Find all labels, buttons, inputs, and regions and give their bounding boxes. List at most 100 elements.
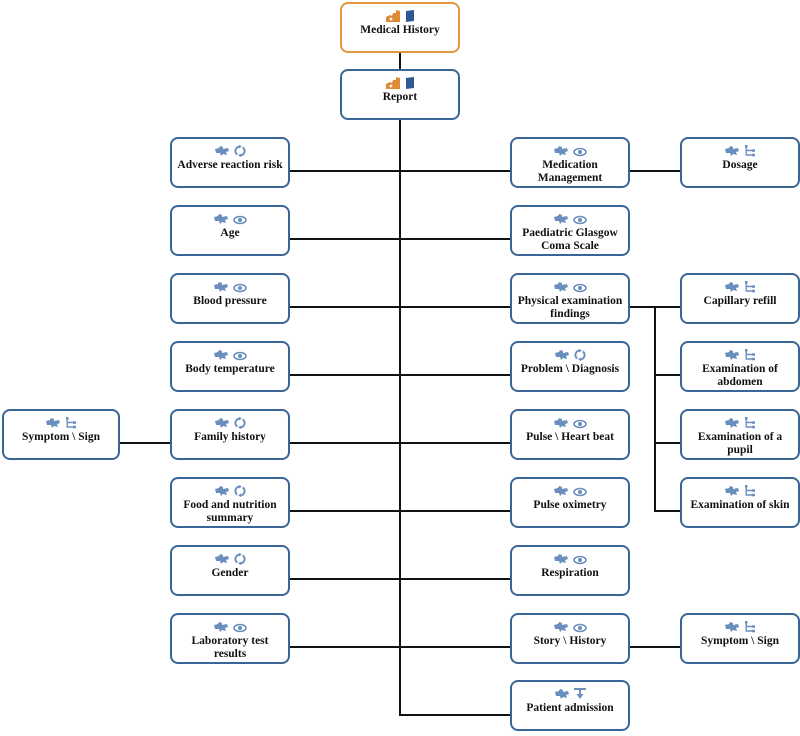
node-medical-history[interactable]: Medical History xyxy=(340,2,460,53)
eye-icon xyxy=(573,416,587,429)
connector-left xyxy=(290,578,400,580)
puzzle-icon xyxy=(213,212,229,224)
node-label: Body temperature xyxy=(185,363,275,375)
node-label: Paediatric Glasgow Coma Scale xyxy=(522,227,618,252)
eye-icon xyxy=(573,620,587,633)
puzzle-icon xyxy=(554,687,570,699)
puzzle-orange-icon xyxy=(385,76,401,89)
puzzle-orange-icon xyxy=(385,9,401,22)
node-gender[interactable]: Gender xyxy=(170,545,290,596)
funnel-icon xyxy=(574,687,586,699)
puzzle-icon xyxy=(724,348,740,360)
connector-dosage xyxy=(629,170,680,172)
node-icons xyxy=(553,143,587,157)
node-laboratory-test-results[interactable]: Laboratory test results xyxy=(170,613,290,664)
puzzle-icon xyxy=(214,416,230,428)
node-pulse-oximetry[interactable]: Pulse oximetry xyxy=(510,477,630,528)
node-label: Patient admission xyxy=(526,702,614,714)
node-food-nutrition-summary[interactable]: Food and nutrition summary xyxy=(170,477,290,528)
node-examination-of-a-pupil[interactable]: Examination of a pupil xyxy=(680,409,800,460)
connector-exam-bus xyxy=(654,306,656,512)
node-icons xyxy=(553,551,587,565)
connector-right xyxy=(400,170,510,172)
node-icons xyxy=(553,619,587,633)
node-label: Report xyxy=(382,91,418,103)
node-paediatric-glasgow-coma-scale[interactable]: Paediatric Glasgow Coma Scale xyxy=(510,205,630,256)
connector-right xyxy=(400,510,510,512)
connector-exam-branch xyxy=(655,374,680,376)
tree-icon xyxy=(744,348,756,361)
node-adverse-reaction-risk[interactable]: Adverse reaction risk xyxy=(170,137,290,188)
tree-icon xyxy=(744,416,756,429)
puzzle-icon xyxy=(724,416,740,428)
connector-exam-branch xyxy=(655,442,680,444)
node-medication-management[interactable]: Medication Management xyxy=(510,137,630,188)
node-respiration[interactable]: Respiration xyxy=(510,545,630,596)
node-icons xyxy=(214,551,246,565)
node-examination-of-abdomen[interactable]: Examination of abdomen xyxy=(680,341,800,392)
node-physical-examination-findings[interactable]: Physical examination findings xyxy=(510,273,630,324)
tree-icon xyxy=(744,144,756,157)
node-icons xyxy=(724,483,756,497)
connector-far-left xyxy=(120,442,170,444)
connector-right xyxy=(400,238,510,240)
node-report[interactable]: Report xyxy=(340,69,460,120)
connector-root-report xyxy=(399,53,401,69)
node-symptom-sign-right[interactable]: Symptom \ Sign xyxy=(680,613,800,664)
node-icons xyxy=(553,279,587,293)
eye-icon xyxy=(573,552,587,565)
node-label: Physical examination findings xyxy=(517,295,623,320)
node-problem-diagnosis[interactable]: Problem \ Diagnosis xyxy=(510,341,630,392)
connector-story-symptom xyxy=(629,646,680,648)
connector-left xyxy=(290,510,400,512)
connector-right xyxy=(400,442,510,444)
puzzle-icon xyxy=(724,280,740,292)
node-label: Capillary refill xyxy=(703,295,777,307)
node-symptom-sign-left[interactable]: Symptom \ Sign xyxy=(2,409,120,460)
node-label: Respiration xyxy=(541,567,599,579)
refresh-icon xyxy=(234,484,246,497)
node-capillary-refill[interactable]: Capillary refill xyxy=(680,273,800,324)
eye-icon xyxy=(573,280,587,293)
connector-left xyxy=(290,442,400,444)
tree-icon xyxy=(744,620,756,633)
node-body-temperature[interactable]: Body temperature xyxy=(170,341,290,392)
node-examination-of-skin[interactable]: Examination of skin xyxy=(680,477,800,528)
puzzle-icon xyxy=(553,212,569,224)
puzzle-icon xyxy=(45,416,61,428)
node-label: Medication Management xyxy=(537,159,603,184)
book-icon xyxy=(405,76,415,89)
node-icons xyxy=(553,483,587,497)
node-pulse-heart-beat[interactable]: Pulse \ Heart beat xyxy=(510,409,630,460)
node-icons xyxy=(214,415,246,429)
connector-right xyxy=(400,714,510,716)
node-family-history[interactable]: Family history xyxy=(170,409,290,460)
puzzle-icon xyxy=(553,144,569,156)
connector-exam-branch xyxy=(655,510,680,512)
connector-left xyxy=(290,374,400,376)
node-label: Story \ History xyxy=(533,635,607,647)
node-icons xyxy=(724,279,756,293)
eye-icon xyxy=(233,620,247,633)
refresh-icon xyxy=(234,416,246,429)
tree-icon xyxy=(744,484,756,497)
puzzle-icon xyxy=(724,144,740,156)
puzzle-icon xyxy=(553,484,569,496)
puzzle-icon xyxy=(553,416,569,428)
trunk-connector xyxy=(399,120,401,716)
node-icons xyxy=(213,279,247,293)
eye-icon xyxy=(233,280,247,293)
connector-right xyxy=(400,578,510,580)
puzzle-icon xyxy=(724,620,740,632)
connector-right xyxy=(400,646,510,648)
node-patient-admission[interactable]: Patient admission xyxy=(510,680,630,731)
refresh-icon xyxy=(574,348,586,361)
eye-icon xyxy=(233,348,247,361)
node-story-history[interactable]: Story \ History xyxy=(510,613,630,664)
puzzle-icon xyxy=(214,484,230,496)
node-age[interactable]: Age xyxy=(170,205,290,256)
node-icons xyxy=(724,619,756,633)
node-dosage[interactable]: Dosage xyxy=(680,137,800,188)
node-blood-pressure[interactable]: Blood pressure xyxy=(170,273,290,324)
connector-right xyxy=(400,374,510,376)
